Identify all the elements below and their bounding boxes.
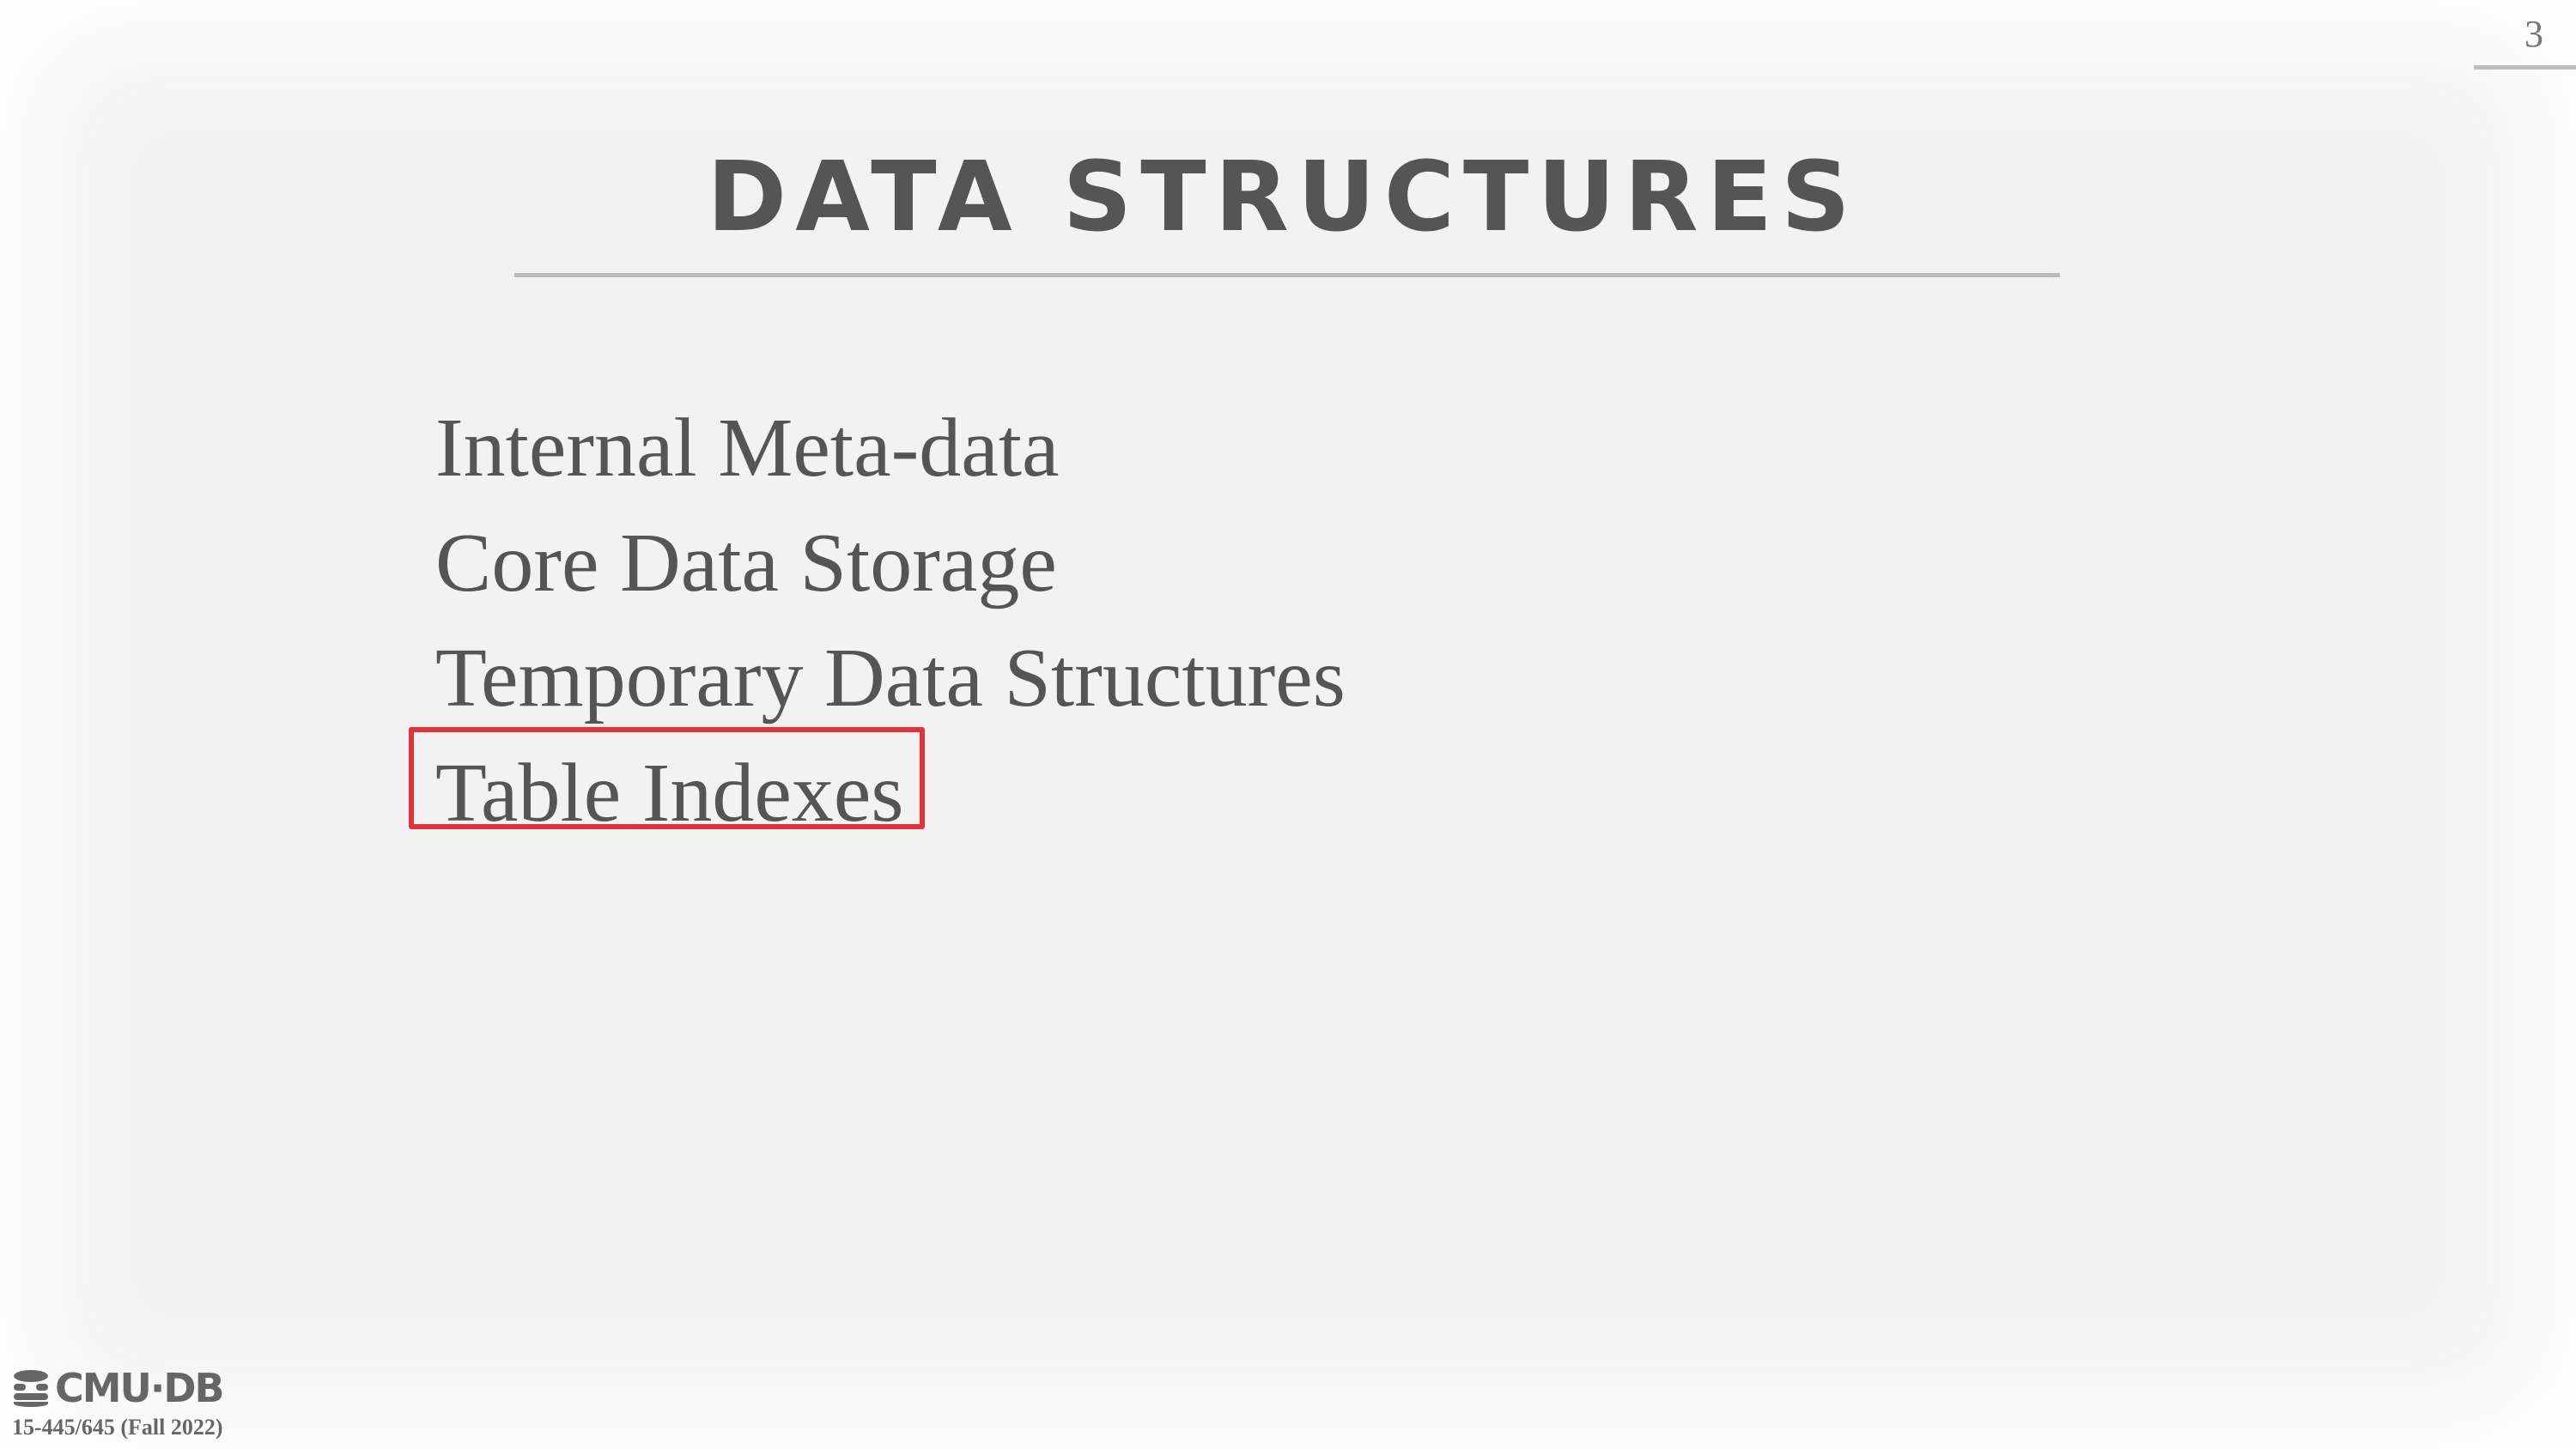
highlight-box <box>409 727 925 829</box>
logo-text: CMU·DB <box>55 1365 225 1411</box>
slide-title: DATA STRUCTURES <box>707 142 1859 253</box>
cmu-db-logo: CMU·DB <box>12 1365 225 1411</box>
bullet-item: Temporary Data Structures <box>435 632 1346 724</box>
bullet-item: Core Data Storage <box>435 517 1057 609</box>
page-number: 3 <box>2524 13 2543 55</box>
course-label: 15-445/645 (Fall 2022) <box>12 1415 223 1440</box>
title-rule <box>514 273 2060 277</box>
bullet-item: Internal Meta-data <box>435 402 1060 494</box>
database-icon <box>14 1370 48 1407</box>
page-number-underline <box>2474 65 2576 70</box>
